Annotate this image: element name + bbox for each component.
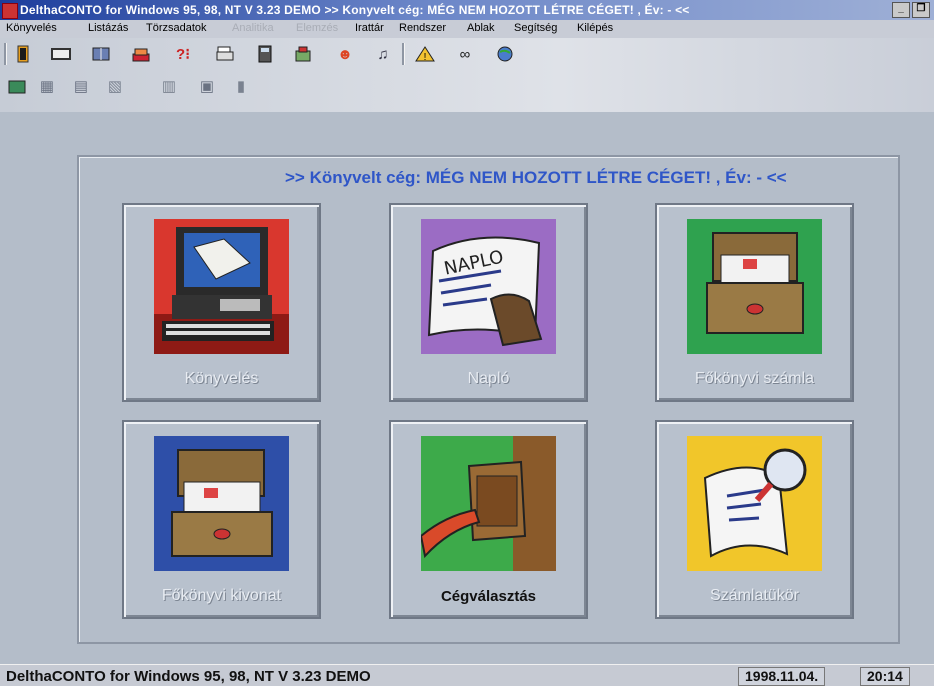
stack-icon[interactable] [130,43,152,65]
tile-label: Főkönyvi számla [694,370,815,387]
restore-button[interactable]: ❐ [912,2,930,18]
drawer-icon [687,219,822,354]
menu-torzsadatok[interactable]: Törzsadatok [146,22,207,34]
file-cabinet-icon [154,436,289,571]
book-icon[interactable] [90,43,112,65]
hand-folder-icon [421,436,556,571]
rectangle-icon[interactable] [50,43,72,65]
music-icon[interactable]: ♫ [372,43,394,65]
menu-rendszer[interactable]: Rendszer [399,22,446,34]
menu-ablak[interactable]: Ablak [467,22,495,34]
menu-analitika[interactable]: Analitika [232,22,274,34]
company-header: >> Könyvelt cég: MÉG NEM HOZOTT LÉTRE CÉ… [285,168,787,187]
smile-icon[interactable]: ☻ [334,43,356,65]
table2-icon[interactable]: ▣ [196,75,218,97]
menu-listazas[interactable]: Listázás [88,22,128,34]
toolbar: ?⁝ ☻ ♫ ! ∞ ▦ ▤ ▧ ▥ ▣ ▮ [0,38,934,112]
tile-label: Napló [467,370,510,387]
menu-konyveles[interactable]: Könyvelés [6,22,57,34]
svg-text:!: ! [424,52,427,63]
menu-kilepes[interactable]: Kilépés [577,22,613,34]
calculator-icon[interactable] [254,43,276,65]
table-icon[interactable]: ▥ [158,75,180,97]
computer-icon [154,219,289,354]
tile-label: Számlatükör [710,587,799,604]
tile-fokonyvi-kivonat[interactable]: Főkönyvi kivonat [122,420,321,619]
window-title: DelthaCONTO for Windows 95, 98, NT V 3.2… [20,3,690,17]
status-date: 1998.11.04. [738,667,826,686]
tile-konyveles[interactable]: Könyvelés [122,203,321,402]
minimize-button[interactable]: _ [892,2,910,18]
menu-elemzes[interactable]: Elemzés [296,22,338,34]
printer-icon[interactable] [214,43,236,65]
magnifier-icon [687,436,822,571]
chart-icon[interactable]: ▧ [104,75,126,97]
globe-icon[interactable] [494,43,516,65]
tile-szamlatukor[interactable]: Számlatükör [655,420,854,619]
doc-icon[interactable]: ▤ [70,75,92,97]
status-bar: DelthaCONTO for Windows 95, 98, NT V 3.2… [0,664,934,686]
journal-icon: NAPLO [421,219,556,354]
folder-icon[interactable] [6,75,28,97]
help-icon[interactable]: ?⁝ [172,43,194,65]
tools-icon[interactable] [292,43,314,65]
tile-fokonyvi-szamla[interactable]: Főkönyvi számla [655,203,854,402]
window-controls: _ ❐ [892,2,930,18]
toolbar-separator [402,43,405,65]
bar-chart-icon[interactable]: ▮ [230,75,252,97]
tile-label: Könyvelés [184,370,259,387]
app-icon[interactable] [2,3,18,19]
title-bar: DelthaCONTO for Windows 95, 98, NT V 3.2… [0,0,934,20]
glasses-icon[interactable]: ∞ [454,43,476,65]
status-app-text: DelthaCONTO for Windows 95, 98, NT V 3.2… [6,668,371,685]
door-icon[interactable] [12,43,34,65]
toolbar-separator [4,43,7,65]
menu-irattar[interactable]: Irattár [355,22,384,34]
grid-icon[interactable]: ▦ [36,75,58,97]
menu-bar: Könyvelés Listázás Törzsadatok Analitika… [0,20,934,38]
warning-icon[interactable]: ! [414,43,436,65]
tile-label: Cégválasztás [440,588,537,605]
tile-cegvalasztas[interactable]: Cégválasztás [389,420,588,619]
tile-label: Főkönyvi kivonat [161,587,282,604]
menu-segitseg[interactable]: Segítség [514,22,557,34]
status-time: 20:14 [860,667,910,686]
tile-naplo[interactable]: NAPLO Napló [389,203,588,402]
